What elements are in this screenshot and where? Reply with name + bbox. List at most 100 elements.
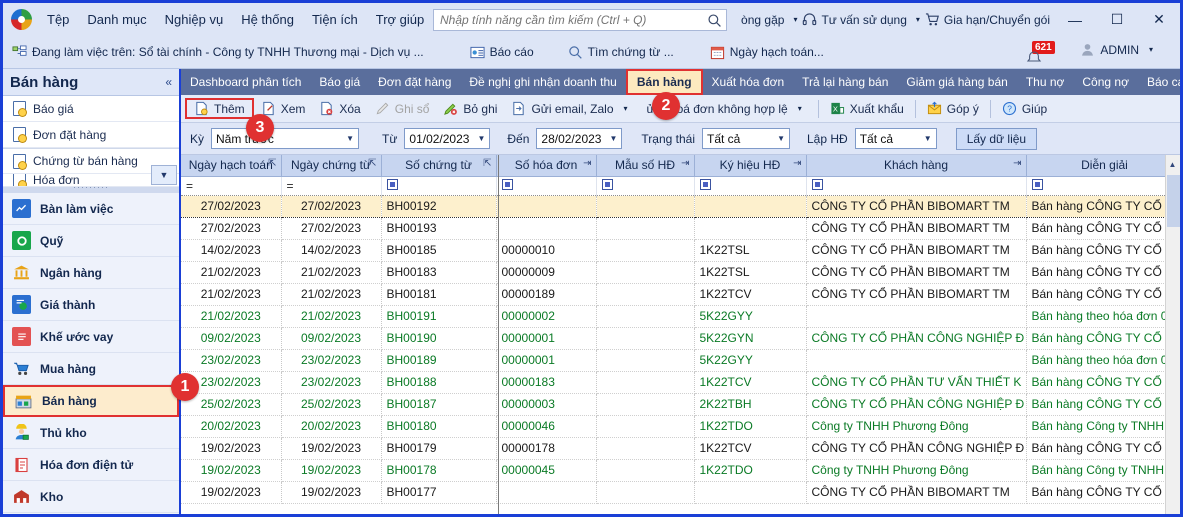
cell-số-hóa-đơn[interactable]: 00000183 — [496, 371, 597, 394]
cell-số-chứng-từ[interactable]: BH00180 — [381, 415, 497, 438]
consulting-caret-icon[interactable]: ▾ — [911, 15, 925, 24]
cell-mẫu-số-hđ[interactable] — [596, 261, 695, 284]
tab-don-dat-hang[interactable]: Đơn đặt hàng — [369, 69, 460, 95]
cell-ký-hiệu-hđ[interactable]: 1K22TDO — [694, 415, 807, 438]
cell-số-hóa-đơn[interactable]: 00000046 — [496, 415, 597, 438]
cell-ký-hiệu-hđ[interactable]: 5K22GYN — [694, 327, 807, 350]
pin-icon[interactable]: ⇥ — [793, 158, 801, 169]
filter-cell-dien-giai[interactable] — [1026, 176, 1180, 196]
cell-diễn-giải[interactable]: Bán hàng CÔNG TY CỔ PHẦ — [1026, 261, 1180, 284]
cell-diễn-giải[interactable]: Bán hàng CÔNG TY CỔ PHẦ — [1026, 239, 1180, 262]
cell-diễn-giải[interactable]: Bán hàng CÔNG TY CỔ PHẦ — [1026, 393, 1180, 416]
search-input[interactable] — [438, 12, 707, 28]
pin-icon[interactable]: ⇥ — [1013, 158, 1021, 169]
cell-ký-hiệu-hđ[interactable] — [694, 481, 807, 504]
cell-ngày-chứng-từ[interactable]: 21/02/2023 — [281, 305, 382, 328]
cell-ngày-hạch-toán[interactable]: 21/02/2023 — [181, 261, 282, 284]
tab-xuat-hoa-don[interactable]: Xuất hóa đơn — [703, 69, 794, 95]
cell-số-hóa-đơn[interactable]: 00000001 — [496, 327, 597, 350]
cell-số-hóa-đơn[interactable]: 00000189 — [496, 283, 597, 306]
cell-khách-hàng[interactable]: CÔNG TY CỔ PHẦN BIBOMART TM — [806, 217, 1027, 240]
sidebar-item-mua-hang[interactable]: Mua hàng — [3, 353, 179, 385]
cell-khách-hàng[interactable]: CÔNG TY CỔ PHẦN BIBOMART TM — [806, 283, 1027, 306]
tab-bao-gia[interactable]: Báo giá — [310, 69, 369, 95]
filter-button-icon[interactable] — [386, 178, 398, 190]
menu-item-nghiep-vu[interactable]: Nghiệp vụ — [156, 9, 233, 30]
cell-diễn-giải[interactable]: Bán hàng CÔNG TY CỔ PHẦ — [1026, 217, 1180, 240]
tab-cong-no[interactable]: Công nợ — [1073, 69, 1138, 95]
tab-giam-gia-hang-ban[interactable]: Giảm giá hàng bán — [897, 69, 1016, 95]
menu-item-tro-giup[interactable]: Trợ giúp — [367, 9, 434, 30]
cell-ký-hiệu-hđ[interactable]: 5K22GYY — [694, 305, 807, 328]
sidebar-item-quy[interactable]: Quỹ — [3, 225, 179, 257]
cell-khách-hàng[interactable]: CÔNG TY CỔ PHẦN BIBOMART TM — [806, 239, 1027, 262]
cell-số-chứng-từ[interactable]: BH00179 — [381, 437, 497, 460]
cell-ngày-chứng-từ[interactable]: 27/02/2023 — [281, 194, 382, 218]
col-mau-so-hd[interactable]: Mẫu số HĐ ⇥ — [596, 155, 695, 177]
filter-button-icon[interactable] — [501, 178, 513, 190]
cell-số-hóa-đơn[interactable] — [496, 194, 597, 218]
cell-ngày-chứng-từ[interactable]: 14/02/2023 — [281, 239, 382, 262]
cell-khách-hàng[interactable]: CÔNG TY CỔ PHẦN BIBOMART TM — [806, 261, 1027, 284]
cell-ngày-chứng-từ[interactable]: 19/02/2023 — [281, 437, 382, 460]
cell-khách-hàng[interactable]: CÔNG TY CỔ PHẦN CÔNG NGHIỆP Đ — [806, 327, 1027, 350]
cell-số-chứng-từ[interactable]: BH00190 — [381, 327, 497, 350]
maximize-button[interactable]: ☐ — [1096, 4, 1138, 35]
scrollbar-thumb[interactable] — [1167, 175, 1180, 227]
status-select[interactable]: Tất cả ▼ — [702, 128, 790, 149]
chevron-down-icon[interactable]: ▼ — [924, 134, 932, 143]
cell-ngày-chứng-từ[interactable]: 19/02/2023 — [281, 459, 382, 482]
handle-invalid-caret-icon[interactable]: ▾ — [793, 104, 807, 113]
cell-khách-hàng[interactable] — [806, 305, 1027, 328]
cell-ngày-chứng-từ[interactable]: 21/02/2023 — [281, 283, 382, 306]
bell-icon[interactable] — [1026, 50, 1042, 66]
filter-button-icon[interactable] — [1031, 178, 1043, 190]
table-row[interactable]: 21/02/2023 21/02/2023 BH00181 00000189 1K22T… — [181, 283, 1180, 306]
cell-mẫu-số-hđ[interactable] — [596, 481, 695, 504]
cell-ngày-hạch-toán[interactable]: 20/02/2023 — [181, 415, 282, 438]
tab-dashboard-phan-tich[interactable]: Dashboard phân tích — [181, 69, 310, 95]
cell-mẫu-số-hđ[interactable] — [596, 349, 695, 372]
cell-số-hóa-đơn[interactable] — [496, 481, 597, 504]
post-button[interactable]: Ghi sổ — [368, 98, 437, 119]
period-select[interactable]: Năm trước ▼ — [211, 128, 360, 149]
cell-ngày-chứng-từ[interactable]: 20/02/2023 — [281, 415, 382, 438]
cell-số-chứng-từ[interactable]: BH00189 — [381, 349, 497, 372]
sidebar-divider[interactable] — [3, 187, 179, 193]
faq-link[interactable]: òng gặp — [737, 11, 788, 29]
table-row[interactable]: 19/02/2023 19/02/2023 BH00177 CÔNG TY CỔ PH… — [181, 481, 1180, 504]
cell-mẫu-số-hđ[interactable] — [596, 371, 695, 394]
tab-thu-no[interactable]: Thu nợ — [1017, 69, 1074, 95]
cell-ngày-chứng-từ[interactable]: 25/02/2023 — [281, 393, 382, 416]
cell-ngày-chứng-từ[interactable]: 19/02/2023 — [281, 481, 382, 504]
cell-số-hóa-đơn[interactable]: 00000002 — [496, 305, 597, 328]
cell-diễn-giải[interactable]: Bán hàng CÔNG TY CỔ PHẦ — [1026, 327, 1180, 350]
send-email-zalo-button[interactable]: Gửi email, Zalo ▾ — [504, 98, 639, 119]
notification-area[interactable]: 621 — [1026, 39, 1060, 65]
table-row[interactable]: 09/02/2023 09/02/2023 BH00190 00000001 5K22G… — [181, 327, 1180, 350]
pin-icon[interactable]: ⇱ — [483, 158, 491, 169]
cell-diễn-giải[interactable]: Bán hàng Công ty TNHH Phư — [1026, 459, 1180, 482]
cell-ký-hiệu-hđ[interactable]: 1K22TSL — [694, 239, 807, 262]
chevron-down-icon[interactable]: ▼ — [609, 134, 617, 143]
user-menu[interactable]: ADMIN ▾ — [1080, 42, 1158, 57]
cell-ký-hiệu-hđ[interactable]: 1K22TCV — [694, 371, 807, 394]
posting-date-button[interactable]: Ngày hạch toán... — [702, 42, 832, 63]
pin-icon[interactable]: ⇱ — [368, 158, 376, 169]
filter-cell-ngay-hach-toan[interactable]: = — [181, 176, 282, 196]
cell-ký-hiệu-hđ[interactable] — [694, 194, 807, 218]
filter-cell-mau-so-hd[interactable] — [596, 176, 695, 196]
sidebar-item-ban-lam-viec[interactable]: Bàn làm việc — [3, 193, 179, 225]
sidebar-collapse-icon[interactable]: « — [165, 75, 172, 89]
cell-số-chứng-từ[interactable]: BH00181 — [381, 283, 497, 306]
filter-cell-ngay-chung-tu[interactable]: = — [281, 176, 382, 196]
cell-mẫu-số-hđ[interactable] — [596, 283, 695, 306]
cell-ngày-hạch-toán[interactable]: 21/02/2023 — [181, 283, 282, 306]
cell-diễn-giải[interactable]: Bán hàng theo hóa đơn 0000 — [1026, 305, 1180, 328]
cell-số-chứng-từ[interactable]: BH00177 — [381, 481, 497, 504]
faq-caret-icon[interactable]: ▾ — [788, 15, 802, 24]
filter-cell-ky-hieu-hd[interactable] — [694, 176, 807, 196]
cell-số-hóa-đơn[interactable]: 00000045 — [496, 459, 597, 482]
cell-mẫu-số-hđ[interactable] — [596, 217, 695, 240]
menu-item-he-thong[interactable]: Hệ thống — [232, 9, 303, 30]
